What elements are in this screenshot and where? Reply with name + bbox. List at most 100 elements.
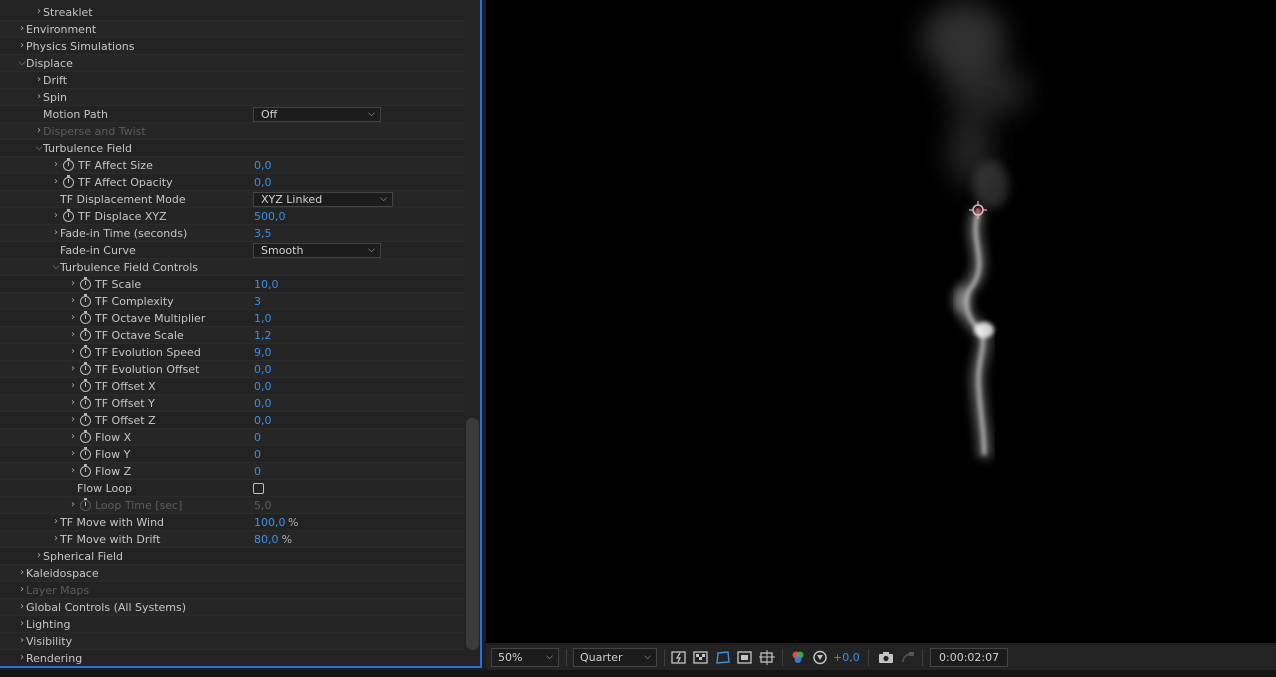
channel-rgb-icon[interactable] [790, 650, 806, 665]
property-row[interactable]: › Environment [0, 21, 464, 38]
property-dropdown[interactable]: Smooth ⌵ [253, 243, 381, 258]
property-value[interactable]: 3,5 [254, 226, 272, 241]
chevron-right-icon[interactable]: › [68, 380, 78, 392]
property-row[interactable]: › TF Offset X 0,0 [0, 378, 464, 395]
chevron-right-icon[interactable]: › [68, 312, 78, 324]
property-row[interactable]: › TF Move with Wind 100,0% [0, 514, 464, 531]
property-row[interactable]: › Global Controls (All Systems) [0, 599, 464, 616]
property-row[interactable]: › TF Octave Multiplier 1,0 [0, 310, 464, 327]
property-row[interactable]: › Flow Y 0 [0, 446, 464, 463]
chevron-right-icon[interactable]: › [51, 176, 61, 188]
property-row[interactable]: › Spherical Field [0, 548, 464, 565]
property-row[interactable]: › TF Affect Opacity 0,0 [0, 174, 464, 191]
chevron-right-icon[interactable]: › [68, 295, 78, 307]
property-row[interactable]: ⌵ Displace [0, 55, 464, 72]
chevron-right-icon[interactable]: › [68, 278, 78, 290]
stopwatch-icon[interactable] [80, 277, 91, 290]
property-row[interactable]: › Physics Simulations [0, 38, 464, 55]
stopwatch-icon[interactable] [80, 328, 91, 341]
property-row[interactable]: › TF Evolution Offset 0,0 [0, 361, 464, 378]
property-value[interactable]: 1,2 [254, 328, 272, 343]
fast-previews-icon[interactable] [671, 650, 687, 665]
transparency-grid-icon[interactable] [693, 650, 709, 665]
anchor-point-icon[interactable] [969, 201, 987, 219]
panel-scrollbar[interactable] [466, 418, 479, 650]
stopwatch-icon[interactable] [80, 379, 91, 392]
property-value[interactable]: 80,0 [254, 532, 279, 547]
property-value[interactable]: 100,0 [254, 515, 286, 530]
chevron-right-icon[interactable]: › [68, 397, 78, 409]
chevron-right-icon[interactable]: › [51, 159, 61, 171]
property-row[interactable]: › TF Affect Size 0,0 [0, 157, 464, 174]
stopwatch-icon[interactable] [63, 209, 74, 222]
stopwatch-icon[interactable] [63, 158, 74, 171]
composition-viewer[interactable] [486, 0, 1276, 643]
property-row[interactable]: › Loop Time [sec] 5,0 [0, 497, 464, 514]
property-row[interactable]: › Spin [0, 89, 464, 106]
property-row[interactable]: › TF Evolution Speed 9,0 [0, 344, 464, 361]
property-value[interactable]: 0,0 [254, 396, 272, 411]
property-row[interactable]: › Layer Maps [0, 582, 464, 599]
property-value[interactable]: 0,0 [254, 379, 272, 394]
property-value[interactable]: 500,0 [254, 209, 286, 224]
property-row[interactable]: › Rendering [0, 650, 464, 666]
property-value[interactable]: 0 [254, 430, 261, 445]
region-of-interest-icon[interactable] [737, 650, 753, 665]
property-value[interactable]: 9,0 [254, 345, 272, 360]
property-row[interactable]: Motion Path Off ⌵ [0, 106, 464, 123]
property-value[interactable]: 0,0 [254, 158, 272, 173]
camera-snapshot-icon[interactable] [878, 650, 894, 665]
property-value[interactable]: 5,0 [254, 498, 272, 513]
exposure-value[interactable]: +0,0 [833, 650, 860, 665]
property-row[interactable]: › Flow X 0 [0, 429, 464, 446]
stopwatch-icon[interactable] [80, 447, 91, 460]
mask-visibility-icon[interactable] [715, 650, 731, 665]
chevron-right-icon[interactable]: › [68, 363, 78, 375]
stopwatch-icon[interactable] [80, 345, 91, 358]
chevron-right-icon[interactable]: › [68, 346, 78, 358]
flow-loop-checkbox[interactable] [253, 483, 264, 494]
reset-exposure-icon[interactable] [812, 650, 828, 665]
property-row[interactable]: Flow Loop [0, 480, 464, 497]
chevron-right-icon[interactable]: › [68, 329, 78, 341]
property-row[interactable]: › Visibility [0, 633, 464, 650]
chevron-right-icon[interactable]: › [68, 499, 78, 511]
property-dropdown[interactable]: XYZ Linked ⌵ [253, 192, 393, 207]
chevron-right-icon[interactable]: › [68, 465, 78, 477]
property-row[interactable]: › Kaleidospace [0, 565, 464, 582]
property-dropdown[interactable]: Off ⌵ [253, 107, 381, 122]
property-value[interactable]: 0 [254, 464, 261, 479]
property-value[interactable]: 0,0 [254, 413, 272, 428]
stopwatch-icon[interactable] [80, 362, 91, 375]
stopwatch-icon[interactable] [80, 311, 91, 324]
property-row[interactable]: › TF Displace XYZ 500,0 [0, 208, 464, 225]
property-value[interactable]: 0,0 [254, 175, 272, 190]
chevron-right-icon[interactable]: › [68, 414, 78, 426]
property-value[interactable]: 3 [254, 294, 261, 309]
property-row[interactable]: TF Displacement Mode XYZ Linked ⌵ [0, 191, 464, 208]
property-row[interactable]: › Lighting [0, 616, 464, 633]
stopwatch-icon[interactable] [80, 430, 91, 443]
property-row[interactable]: › TF Scale 10,0 [0, 276, 464, 293]
property-value[interactable]: 0 [254, 447, 261, 462]
property-value[interactable]: 1,0 [254, 311, 272, 326]
property-row[interactable]: › TF Complexity 3 [0, 293, 464, 310]
property-row[interactable]: › Drift [0, 72, 464, 89]
property-row[interactable]: › TF Move with Drift 80,0% [0, 531, 464, 548]
stopwatch-icon[interactable] [63, 175, 74, 188]
property-value[interactable]: 10,0 [254, 277, 279, 292]
chevron-right-icon[interactable]: › [51, 210, 61, 222]
stopwatch-icon[interactable] [80, 396, 91, 409]
current-time-display[interactable]: 0:00:02:07 [930, 648, 1009, 667]
property-row[interactable]: › TF Offset Y 0,0 [0, 395, 464, 412]
chevron-right-icon[interactable]: › [68, 431, 78, 443]
property-value[interactable]: 0,0 [254, 362, 272, 377]
property-row[interactable]: ⌵ Turbulence Field Controls [0, 259, 464, 276]
stopwatch-icon[interactable] [80, 498, 91, 511]
property-row[interactable]: › Flow Z 0 [0, 463, 464, 480]
stopwatch-icon[interactable] [80, 413, 91, 426]
grid-guides-icon[interactable] [759, 650, 775, 665]
property-row[interactable]: Fade-in Curve Smooth ⌵ [0, 242, 464, 259]
stopwatch-icon[interactable] [80, 464, 91, 477]
property-row[interactable]: › Fade-in Time (seconds) 3,5 [0, 225, 464, 242]
